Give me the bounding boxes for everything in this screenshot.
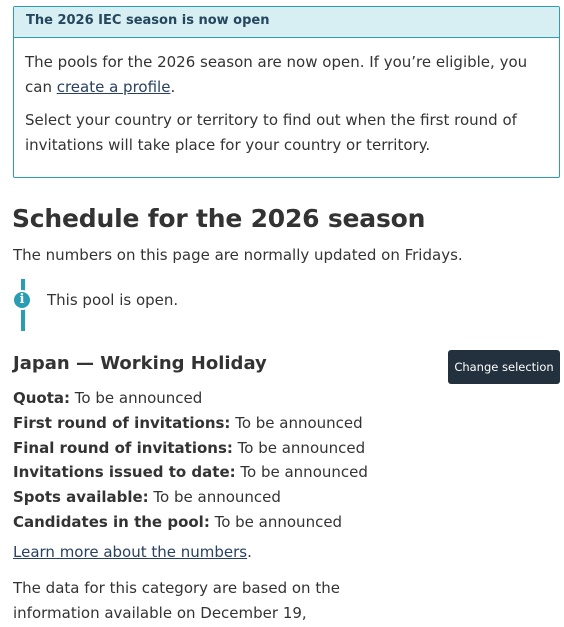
fact-first-round: First round of invitations: To be announ…	[13, 411, 368, 436]
learn-more-link[interactable]: Learn more about the numbers	[13, 543, 247, 561]
fact-value: To be announced	[232, 438, 366, 457]
fact-value: To be announced	[70, 389, 203, 407]
alert-paragraph-2: Select your country or territory to find…	[25, 111, 517, 154]
alert-heading: The 2026 IEC season is now open	[14, 7, 559, 38]
facts-list: Quota: To be announced First round of in…	[13, 386, 368, 535]
fact-label: First round of invitations:	[13, 413, 231, 432]
alert-body: The pools for the 2026 season are now op…	[14, 38, 559, 158]
fact-value: To be announced	[235, 463, 368, 482]
fact-quota: Quota: To be announced	[13, 386, 368, 411]
fact-label: Final round of invitations:	[13, 438, 233, 457]
season-open-alert: The 2026 IEC season is now open The pool…	[13, 6, 560, 178]
learn-more: Learn more about the numbers.	[13, 543, 252, 561]
fact-label: Candidates in the pool:	[13, 512, 210, 531]
update-note: The numbers on this page are normally up…	[13, 246, 463, 264]
fact-label: Quota:	[13, 389, 71, 407]
fact-value: To be announced	[230, 413, 363, 432]
fact-value: To be announced	[148, 488, 281, 507]
alert-paragraph-1: The pools for the 2026 season are now op…	[25, 50, 548, 100]
fact-value: To be announced	[209, 512, 343, 531]
fact-candidates-in-pool: Candidates in the pool: To be announced	[13, 510, 368, 535]
pool-status-text: This pool is open.	[47, 291, 179, 309]
change-selection-button[interactable]: Change selection	[448, 350, 560, 384]
fact-label: Spots available:	[13, 488, 149, 507]
learn-more-period: .	[247, 543, 252, 561]
data-basis-note: The data for this category are based on …	[13, 579, 340, 622]
alert-paragraph-1-end: .	[170, 78, 176, 96]
fact-invitations-issued: Invitations issued to date: To be announ…	[13, 460, 368, 485]
create-profile-link[interactable]: create a profile	[57, 78, 171, 96]
info-icon: i	[12, 290, 32, 310]
fact-label: Invitations issued to date:	[13, 463, 236, 482]
schedule-title: Schedule for the 2026 season	[12, 204, 426, 233]
fact-spots-available: Spots available: To be announced	[13, 485, 368, 510]
fact-final-round: Final round of invitations: To be announ…	[13, 436, 368, 461]
category-title: Japan — Working Holiday	[13, 353, 267, 374]
